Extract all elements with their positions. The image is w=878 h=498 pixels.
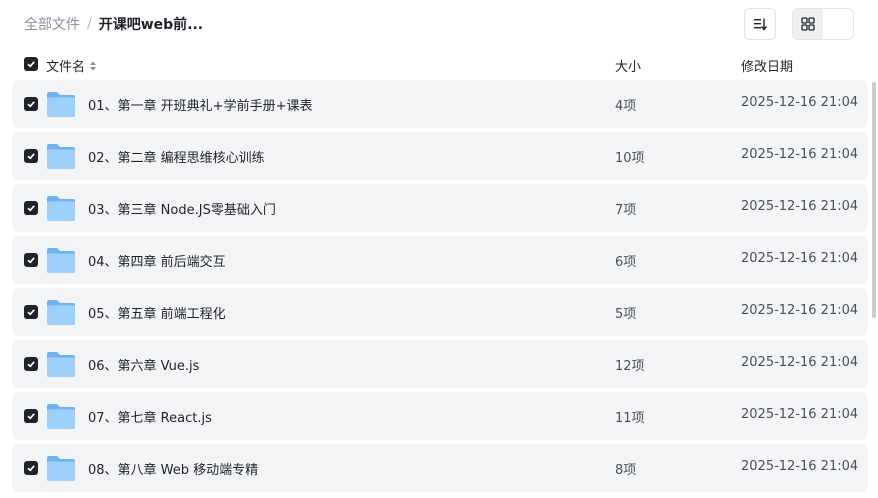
file-size: 4项 bbox=[615, 99, 637, 114]
folder-icon bbox=[47, 404, 75, 429]
file-name[interactable]: 01、第一章 开班典礼+学前手册+课表 bbox=[88, 95, 312, 114]
file-name[interactable]: 05、第五章 前端工程化 bbox=[88, 303, 226, 322]
file-name[interactable]: 08、第八章 Web 移动端专精 bbox=[88, 459, 258, 478]
file-date: 2025-12-16 21:04 bbox=[741, 459, 859, 474]
file-date: 2025-12-16 21:04 bbox=[741, 407, 859, 422]
row-checkbox[interactable] bbox=[24, 149, 38, 163]
breadcrumb-root-link[interactable]: 全部文件 bbox=[24, 14, 80, 34]
table-row[interactable]: 01、第一章 开班典礼+学前手册+课表 4项 2025-12-16 21:04 bbox=[12, 80, 868, 128]
column-header: 文件名 大小 修改日期 bbox=[0, 48, 878, 80]
check-icon bbox=[27, 413, 35, 420]
file-date: 2025-12-16 21:04 bbox=[741, 355, 859, 370]
check-icon bbox=[27, 61, 35, 68]
file-date: 2025-12-16 21:04 bbox=[741, 147, 859, 162]
row-checkbox[interactable] bbox=[24, 253, 38, 267]
check-icon bbox=[27, 205, 35, 212]
row-checkbox[interactable] bbox=[24, 461, 38, 475]
file-size: 12项 bbox=[615, 359, 645, 374]
check-icon bbox=[27, 465, 35, 472]
file-date: 2025-12-16 21:04 bbox=[741, 251, 859, 266]
table-row[interactable]: 08、第八章 Web 移动端专精 8项 2025-12-16 21:04 bbox=[12, 444, 868, 492]
breadcrumb-current: 开课吧web前... bbox=[98, 17, 204, 33]
file-size: 8项 bbox=[615, 463, 637, 478]
file-date: 2025-12-16 21:04 bbox=[741, 199, 859, 214]
check-icon bbox=[27, 101, 35, 108]
folder-icon bbox=[47, 352, 75, 377]
folder-icon bbox=[47, 92, 75, 117]
file-size: 10项 bbox=[615, 151, 645, 166]
file-size: 7项 bbox=[615, 203, 637, 218]
grid-view-icon bbox=[801, 17, 815, 31]
breadcrumb-separator: / bbox=[87, 16, 92, 32]
row-checkbox[interactable] bbox=[24, 409, 38, 423]
column-name-header[interactable]: 文件名 bbox=[46, 56, 97, 75]
column-date-header: 修改日期 bbox=[741, 60, 794, 75]
folder-icon bbox=[47, 300, 75, 325]
folder-icon bbox=[47, 196, 75, 221]
row-checkbox[interactable] bbox=[24, 305, 38, 319]
header-bar: 全部文件 / 开课吧web前... bbox=[0, 0, 878, 48]
table-row[interactable]: 02、第二章 编程思维核心训练 10项 2025-12-16 21:04 bbox=[12, 132, 868, 180]
grid-view-button[interactable] bbox=[793, 9, 823, 39]
view-toggle bbox=[792, 8, 854, 40]
file-name[interactable]: 03、第三章 Node.JS零基础入门 bbox=[88, 199, 276, 218]
select-all-checkbox[interactable] bbox=[24, 57, 38, 71]
column-size-header: 大小 bbox=[615, 60, 642, 75]
file-size: 6项 bbox=[615, 255, 637, 270]
file-list: 01、第一章 开班典礼+学前手册+课表 4项 2025-12-16 21:04 02、… bbox=[12, 80, 868, 496]
folder-icon bbox=[47, 144, 75, 169]
sort-button[interactable] bbox=[744, 8, 776, 40]
check-icon bbox=[27, 309, 35, 316]
table-row[interactable]: 06、第六章 Vue.js 12项 2025-12-16 21:04 bbox=[12, 340, 868, 388]
file-date: 2025-12-16 21:04 bbox=[741, 95, 859, 110]
check-icon bbox=[27, 361, 35, 368]
table-row[interactable]: 03、第三章 Node.JS零基础入门 7项 2025-12-16 21:04 bbox=[12, 184, 868, 232]
sort-caret-icon bbox=[89, 60, 97, 72]
folder-icon bbox=[47, 456, 75, 481]
breadcrumb: 全部文件 / 开课吧web前... bbox=[24, 14, 203, 34]
scrollbar[interactable] bbox=[872, 82, 876, 318]
file-size: 5项 bbox=[615, 307, 637, 322]
file-name[interactable]: 06、第六章 Vue.js bbox=[88, 355, 199, 374]
row-checkbox[interactable] bbox=[24, 97, 38, 111]
sort-lines-icon bbox=[754, 18, 768, 31]
file-name[interactable]: 04、第四章 前后端交互 bbox=[88, 251, 226, 270]
table-row[interactable]: 05、第五章 前端工程化 5项 2025-12-16 21:04 bbox=[12, 288, 868, 336]
row-checkbox[interactable] bbox=[24, 357, 38, 371]
file-size: 11项 bbox=[615, 411, 645, 426]
file-name[interactable]: 02、第二章 编程思维核心训练 bbox=[88, 147, 265, 166]
check-icon bbox=[27, 257, 35, 264]
folder-icon bbox=[47, 248, 75, 273]
table-row[interactable]: 07、第七章 React.js 11项 2025-12-16 21:04 bbox=[12, 392, 868, 440]
column-name-label: 文件名 bbox=[46, 60, 86, 75]
file-name[interactable]: 07、第七章 React.js bbox=[88, 407, 212, 426]
check-icon bbox=[27, 153, 35, 160]
row-checkbox[interactable] bbox=[24, 201, 38, 215]
table-row[interactable]: 04、第四章 前后端交互 6项 2025-12-16 21:04 bbox=[12, 236, 868, 284]
file-date: 2025-12-16 21:04 bbox=[741, 303, 859, 318]
